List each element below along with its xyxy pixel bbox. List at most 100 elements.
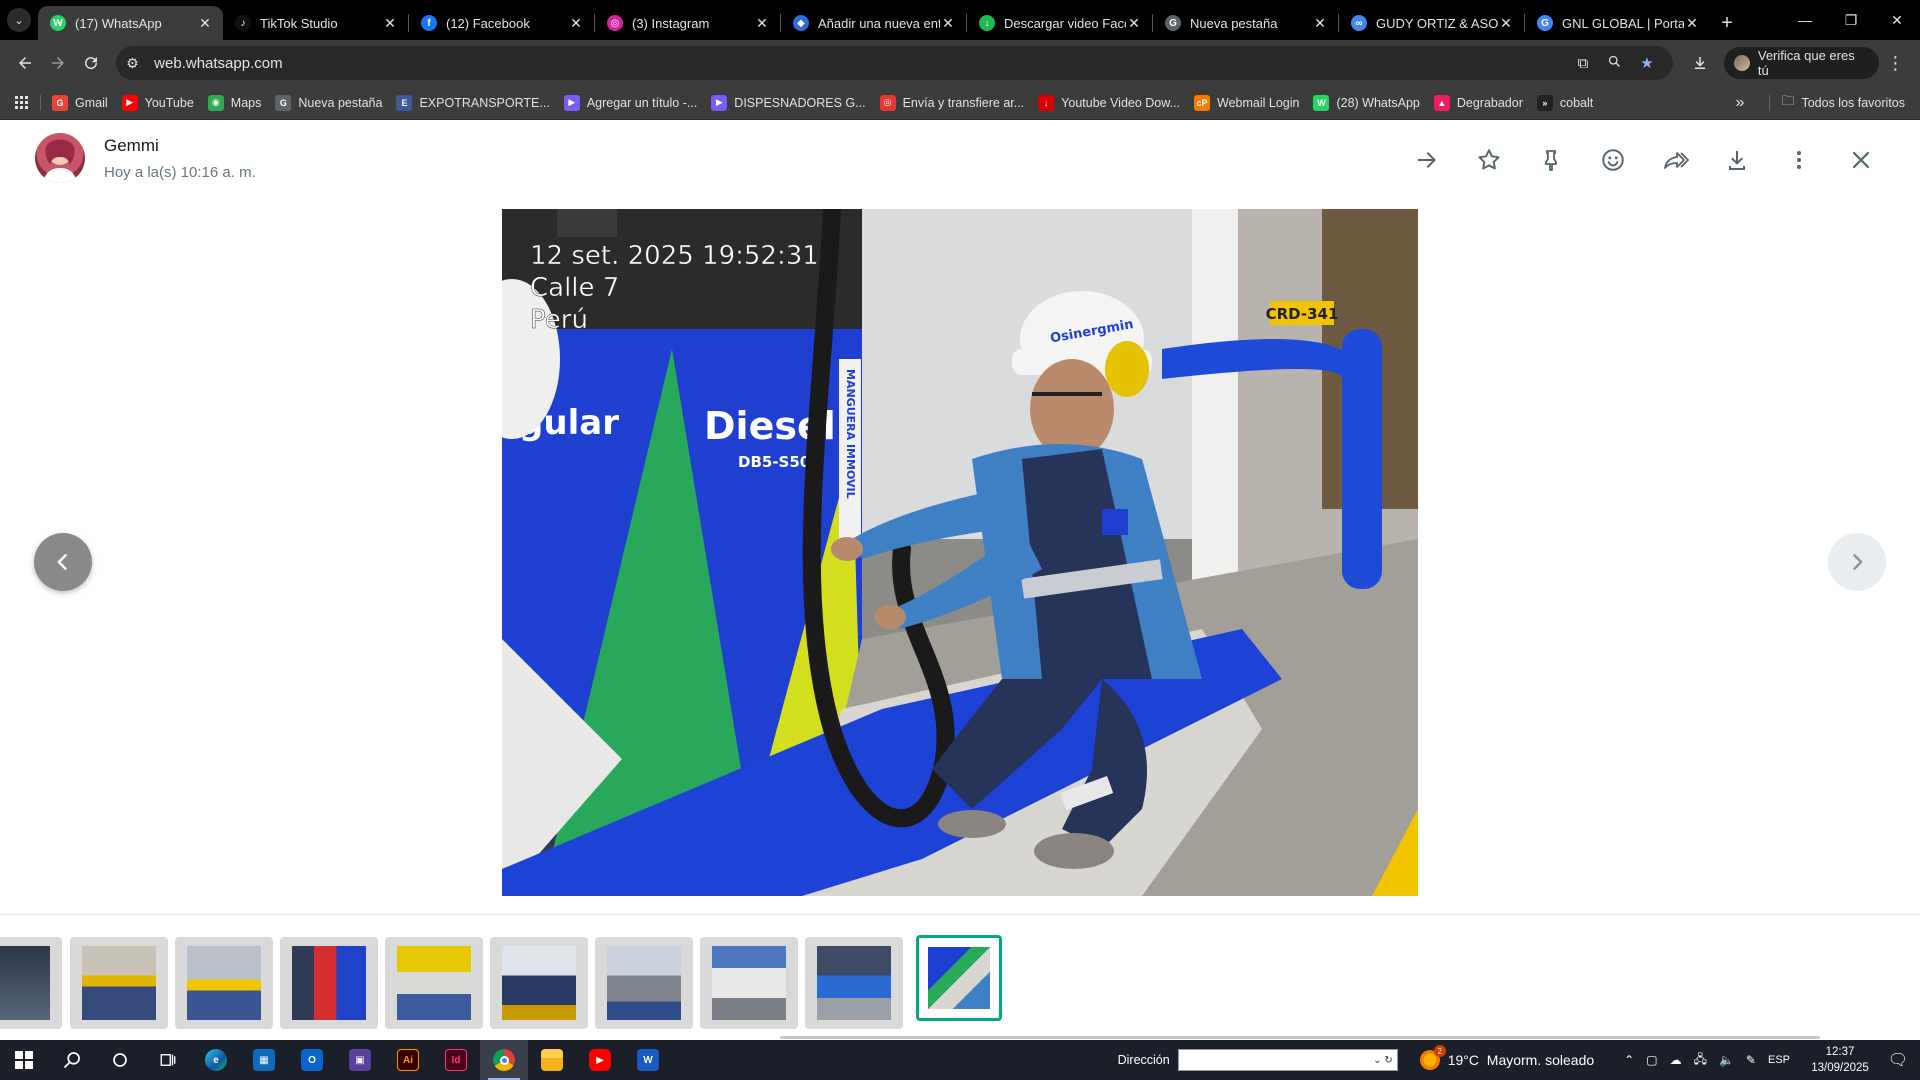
- close-tab-icon[interactable]: ✕: [1684, 15, 1700, 31]
- volume-icon[interactable]: 🔈: [1719, 1053, 1734, 1067]
- media-thumbnail[interactable]: [175, 937, 273, 1029]
- browser-tab[interactable]: ◆ Añadir una nueva ent ✕: [781, 6, 966, 40]
- cast-icon[interactable]: ⧉: [1567, 55, 1599, 72]
- browser-tab[interactable]: ♪ TikTok Studio ✕: [223, 6, 408, 40]
- taskbar-outlook[interactable]: O: [288, 1040, 336, 1080]
- restore-button[interactable]: ❐: [1828, 0, 1874, 40]
- bookmark-item[interactable]: cP Webmail Login: [1187, 89, 1306, 117]
- go-to-message-button[interactable]: [1396, 140, 1458, 180]
- tab-search-button[interactable]: ⌄: [0, 0, 38, 40]
- downloads-button[interactable]: [1683, 46, 1716, 80]
- bookmark-item[interactable]: E EXPOTRANSPORTE...: [389, 89, 556, 117]
- bookmark-item[interactable]: » cobalt: [1530, 89, 1600, 117]
- system-clock[interactable]: 12:37 13/09/2025: [1804, 1044, 1876, 1076]
- taskbar-app-game[interactable]: ▣: [336, 1040, 384, 1080]
- taskbar-word[interactable]: W: [624, 1040, 672, 1080]
- taskbar-file-explorer[interactable]: [528, 1040, 576, 1080]
- forward-button[interactable]: [41, 46, 74, 80]
- sender-avatar[interactable]: [35, 133, 85, 183]
- browser-tab[interactable]: ◎ (3) Instagram ✕: [595, 6, 780, 40]
- thumbnail-scrollbar[interactable]: [780, 1036, 1820, 1039]
- go-refresh-icon[interactable]: ↻: [1384, 1055, 1392, 1066]
- bookmark-item[interactable]: ▶ YouTube: [115, 89, 201, 117]
- browser-tab[interactable]: f (12) Facebook ✕: [409, 6, 594, 40]
- media-thumbnail[interactable]: [0, 937, 62, 1029]
- close-tab-icon[interactable]: ✕: [940, 15, 956, 31]
- cortana-button[interactable]: [96, 1040, 144, 1080]
- apps-button[interactable]: [8, 89, 36, 117]
- close-tab-icon[interactable]: ✕: [568, 15, 584, 31]
- back-button[interactable]: [8, 46, 41, 80]
- browser-tab[interactable]: G Nueva pestaña ✕: [1153, 6, 1338, 40]
- forward-button[interactable]: [1644, 140, 1706, 180]
- react-button[interactable]: [1582, 140, 1644, 180]
- browser-tab[interactable]: ∞ GUDY ORTIZ & ASOC ✕: [1339, 6, 1524, 40]
- taskbar-edge[interactable]: e: [192, 1040, 240, 1080]
- media-thumbnail[interactable]: [805, 937, 903, 1029]
- notification-center-button[interactable]: 🗨: [1876, 1050, 1920, 1070]
- more-bookmarks-button[interactable]: »: [1729, 89, 1752, 117]
- taskbar-youtube[interactable]: ▶: [576, 1040, 624, 1080]
- taskbar-indesign[interactable]: Id: [432, 1040, 480, 1080]
- address-bar[interactable]: ⚙ web.whatsapp.com ⧉ ★: [116, 46, 1673, 80]
- bookmark-item[interactable]: ◉ Maps: [201, 89, 269, 117]
- close-tab-icon[interactable]: ✕: [1312, 15, 1328, 31]
- site-info-icon[interactable]: ⚙: [126, 55, 148, 72]
- media-thumbnail[interactable]: [280, 937, 378, 1029]
- close-tab-icon[interactable]: ✕: [197, 15, 213, 31]
- close-tab-icon[interactable]: ✕: [382, 15, 398, 31]
- bookmark-item[interactable]: G Nueva pestaña: [268, 89, 389, 117]
- onedrive-cloud-icon[interactable]: ☁: [1670, 1053, 1682, 1067]
- next-media-button[interactable]: [1828, 533, 1886, 591]
- previous-media-button[interactable]: [34, 533, 92, 591]
- bookmark-item[interactable]: ▶ DISPESNADORES G...: [704, 89, 872, 117]
- star-message-button[interactable]: [1458, 140, 1520, 180]
- media-thumbnail[interactable]: [700, 937, 798, 1029]
- dropdown-arrow-icon[interactable]: ⌄: [1373, 1055, 1381, 1066]
- meet-now-icon[interactable]: ▢: [1646, 1053, 1657, 1067]
- new-tab-button[interactable]: +: [1710, 6, 1744, 40]
- close-tab-icon[interactable]: ✕: [754, 15, 770, 31]
- weather-widget[interactable]: 2 19°C Mayorm. soleado: [1419, 1045, 1594, 1070]
- close-tab-icon[interactable]: ✕: [1126, 15, 1142, 31]
- start-button[interactable]: [0, 1040, 48, 1080]
- reload-button[interactable]: [75, 46, 108, 80]
- pen-icon[interactable]: ✎: [1746, 1053, 1756, 1067]
- url-text[interactable]: web.whatsapp.com: [154, 55, 1567, 72]
- media-thumbnail[interactable]: [595, 937, 693, 1029]
- close-window-button[interactable]: ✕: [1874, 0, 1920, 40]
- all-bookmarks-folder[interactable]: 🗀 Todos los favoritos: [1774, 89, 1912, 117]
- minimize-button[interactable]: —: [1782, 0, 1828, 40]
- media-thumbnail-selected[interactable]: [916, 935, 1002, 1021]
- media-thumbnail[interactable]: [70, 937, 168, 1029]
- close-viewer-button[interactable]: [1830, 140, 1892, 180]
- network-icon[interactable]: 🖧: [1694, 1050, 1707, 1071]
- browser-menu-button[interactable]: ⋮: [1879, 46, 1912, 80]
- taskbar-chrome[interactable]: [480, 1040, 528, 1080]
- media-thumbnail[interactable]: [490, 937, 588, 1029]
- bookmark-item[interactable]: ▲ Degrabador: [1427, 89, 1530, 117]
- language-indicator[interactable]: ESP: [1768, 1054, 1790, 1066]
- browser-tab[interactable]: ↓ Descargar video Face ✕: [967, 6, 1152, 40]
- close-tab-icon[interactable]: ✕: [1498, 15, 1514, 31]
- bookmark-item[interactable]: G Gmail: [45, 89, 115, 117]
- browser-tab[interactable]: G GNL GLOBAL | Portal ✕: [1525, 6, 1710, 40]
- taskbar-store[interactable]: ▦: [240, 1040, 288, 1080]
- bookmark-item[interactable]: ↓ Youtube Video Dow...: [1031, 89, 1187, 117]
- bookmark-item[interactable]: ◎ Envía y transfiere ar...: [873, 89, 1032, 117]
- address-toolbar-input[interactable]: ⌄ ↻: [1177, 1049, 1398, 1071]
- profile-verify-button[interactable]: Verifica que eres tú: [1724, 47, 1879, 79]
- more-options-button[interactable]: [1768, 140, 1830, 180]
- media-thumbnail[interactable]: [385, 937, 483, 1029]
- bookmark-item[interactable]: W (28) WhatsApp: [1306, 89, 1426, 117]
- bookmark-star-icon[interactable]: ★: [1631, 54, 1663, 72]
- chevron-up-icon[interactable]: ⌃: [1624, 1053, 1634, 1067]
- download-media-button[interactable]: [1706, 140, 1768, 180]
- search-button[interactable]: [48, 1040, 96, 1080]
- taskbar-illustrator[interactable]: Ai: [384, 1040, 432, 1080]
- bookmark-item[interactable]: ▶ Agregar un título -...: [557, 89, 704, 117]
- zoom-icon[interactable]: [1599, 54, 1631, 73]
- pin-message-button[interactable]: [1520, 140, 1582, 180]
- task-view-button[interactable]: [144, 1040, 192, 1080]
- browser-tab[interactable]: W (17) WhatsApp ✕: [38, 6, 223, 40]
